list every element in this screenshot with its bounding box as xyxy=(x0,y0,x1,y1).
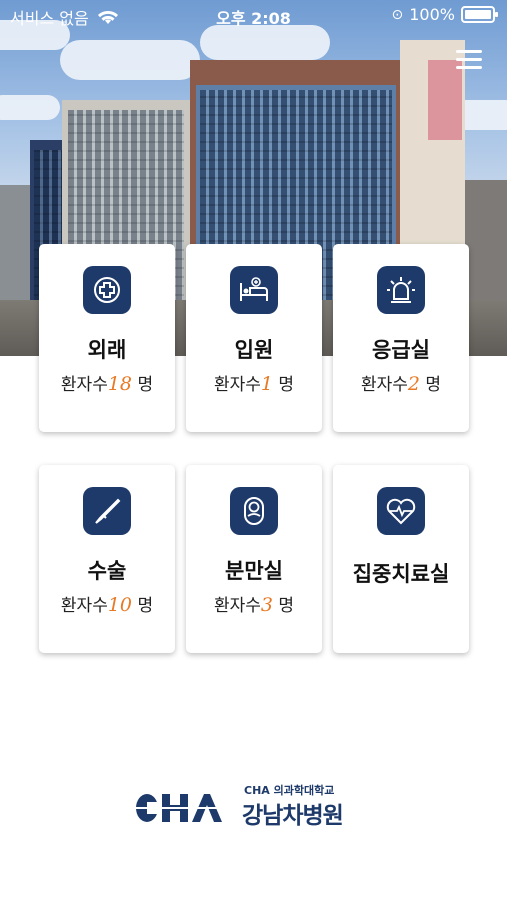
department-card-icu[interactable]: 집중치료실 xyxy=(333,465,469,653)
department-card-emergency[interactable]: 응급실 환자수2 명 xyxy=(333,244,469,432)
scalpel-icon xyxy=(83,487,131,535)
department-title: 외래 xyxy=(87,338,127,362)
battery-area: ⊙ 100% xyxy=(391,5,498,24)
patient-count: 환자수18 명 xyxy=(60,373,154,395)
department-card-surgery[interactable]: 수술 환자수10 명 xyxy=(39,465,175,653)
department-card-outpatient[interactable]: 외래 환자수18 명 xyxy=(39,244,175,432)
department-title: 응급실 xyxy=(372,338,430,362)
battery-icon xyxy=(461,6,498,23)
hospital-bed-icon xyxy=(230,266,278,314)
hamburger-menu-icon[interactable] xyxy=(456,50,482,72)
patient-count: 환자수2 명 xyxy=(360,373,442,395)
hospital-name: 강남차병원 xyxy=(242,803,344,829)
patient-count: 환자수3 명 xyxy=(213,594,295,616)
medical-cross-icon xyxy=(83,266,131,314)
hospital-logo: CHA 의과학대학교 강남차병원 xyxy=(136,782,376,829)
patient-count: 환자수10 명 xyxy=(60,594,154,616)
department-title: 입원 xyxy=(234,338,274,362)
battery-percent: 100% xyxy=(409,5,455,24)
department-title: 분만실 xyxy=(225,559,283,583)
department-title: 집중치료실 xyxy=(352,562,450,586)
status-bar: 서비스 없음 오후 2:08 ⊙ 100% xyxy=(0,0,507,30)
cha-logo-mark xyxy=(136,794,224,822)
heart-pulse-icon xyxy=(377,487,425,535)
patient-count: 환자수1 명 xyxy=(213,373,295,395)
department-card-inpatient[interactable]: 입원 환자수1 명 xyxy=(186,244,322,432)
department-title: 수술 xyxy=(87,559,127,583)
emergency-siren-icon xyxy=(377,266,425,314)
orientation-lock-icon: ⊙ xyxy=(391,6,404,23)
department-card-delivery[interactable]: 분만실 환자수3 명 xyxy=(186,465,322,653)
newborn-icon xyxy=(230,487,278,535)
